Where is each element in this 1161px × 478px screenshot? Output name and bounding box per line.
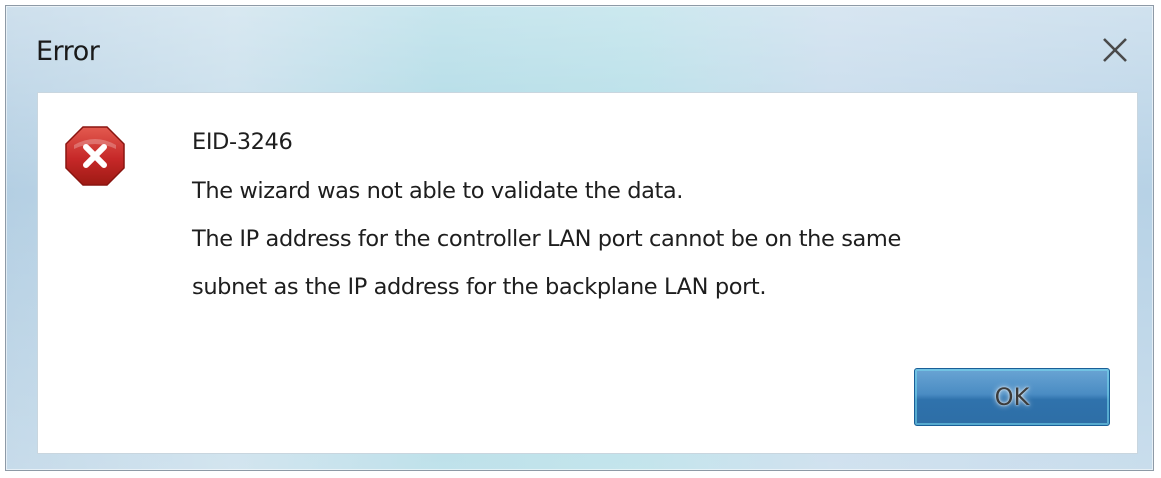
error-message: EID-3246 The wizard was not able to vali… (192, 127, 1112, 311)
title-bar: Error (6, 6, 1153, 94)
error-icon (65, 126, 125, 186)
ok-button[interactable]: OK (914, 368, 1110, 426)
error-dialog: Error EID-3246 The wizard was not able t… (5, 5, 1154, 471)
close-button[interactable] (1093, 28, 1137, 72)
dialog-title: Error (36, 36, 100, 67)
message-line-2: The IP address for the controller LAN po… (192, 226, 901, 252)
error-code: EID-3246 (192, 129, 293, 155)
dialog-content: EID-3246 The wizard was not able to vali… (37, 92, 1138, 454)
message-line-1: The wizard was not able to validate the … (192, 178, 684, 204)
message-line-3: subnet as the IP address for the backpla… (192, 274, 767, 300)
close-icon (1103, 38, 1127, 62)
